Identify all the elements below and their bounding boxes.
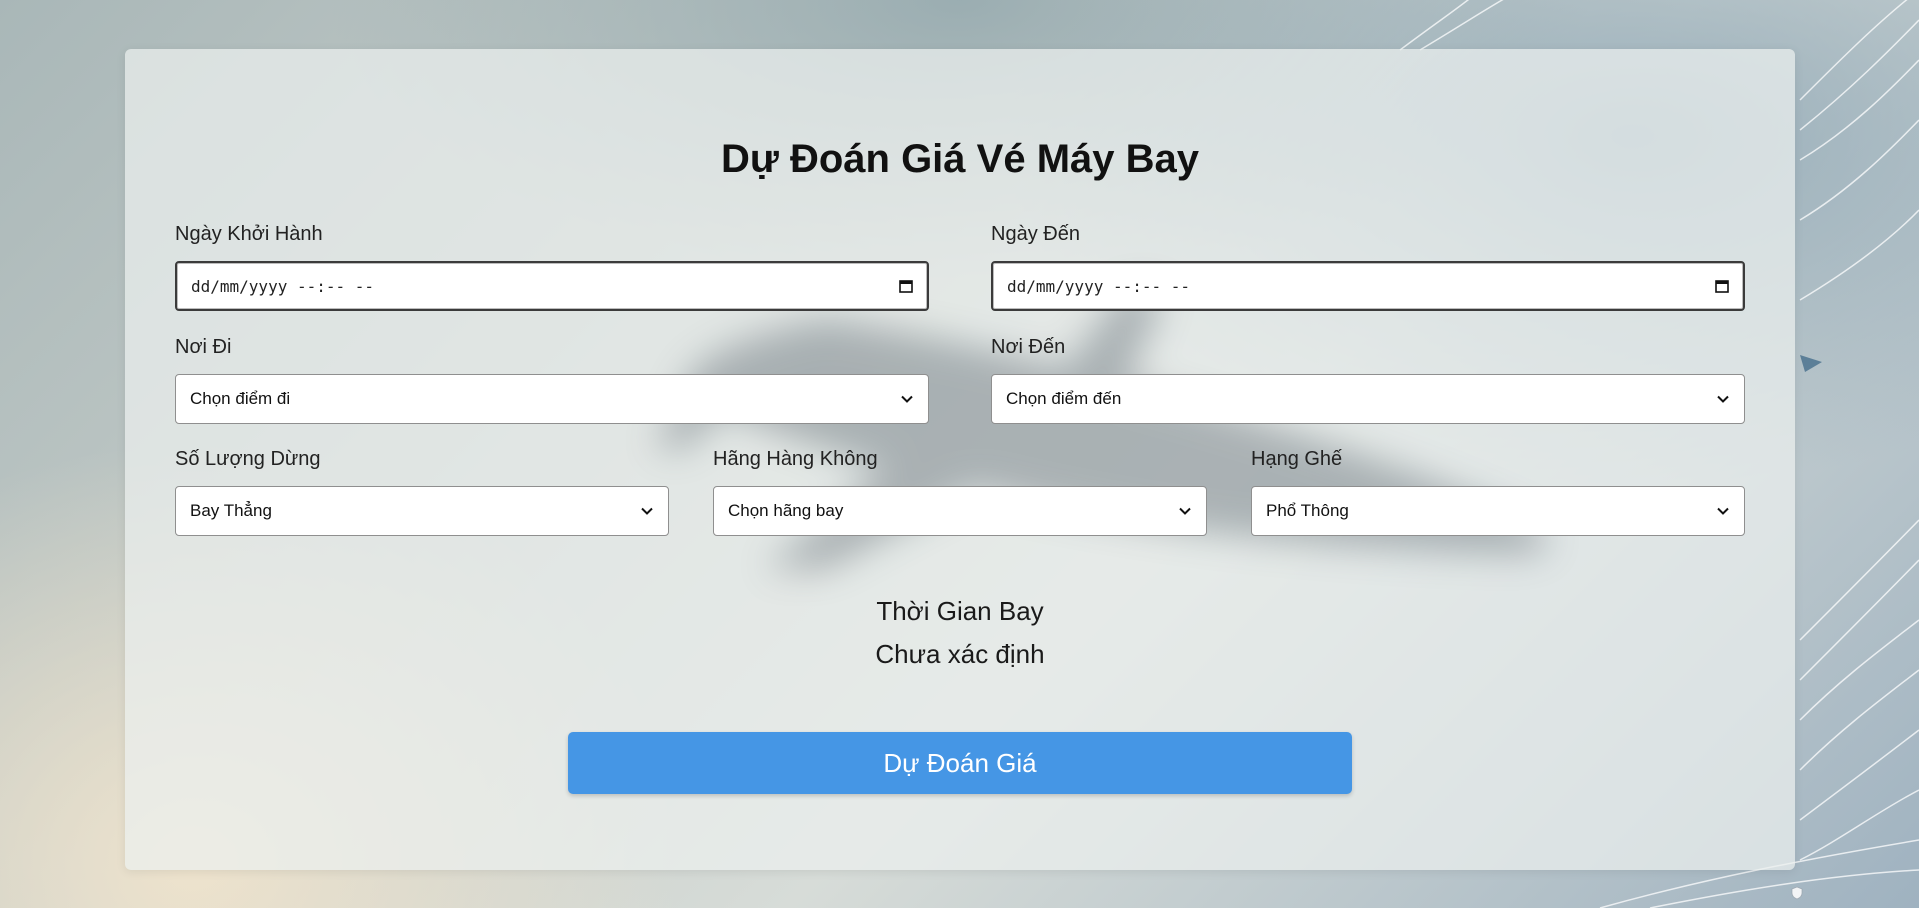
departure-date-field: Ngày Khởi Hành dd/mm/yyyy --:-- -- (175, 222, 929, 311)
calendar-icon[interactable] (899, 279, 913, 293)
arrival-date-value: dd/mm/yyyy --:-- -- (1007, 276, 1191, 296)
chevron-down-icon (1179, 507, 1191, 515)
origin-label: Nơi Đi (175, 336, 232, 358)
departure-date-value: dd/mm/yyyy --:-- -- (191, 276, 375, 296)
chevron-down-icon (901, 395, 913, 403)
seat-class-label: Hạng Ghế (1251, 448, 1343, 470)
calendar-icon[interactable] (1715, 279, 1729, 293)
stops-field: Số Lượng Dừng Bay Thẳng (175, 447, 669, 536)
airline-field: Hãng Hàng Không Chọn hãng bay (713, 447, 1207, 536)
stops-select[interactable]: Bay Thẳng (175, 486, 669, 536)
stops-label: Số Lượng Dừng (175, 448, 321, 470)
arrival-date-label: Ngày Đến (991, 223, 1080, 245)
destination-select[interactable]: Chọn điểm đến (991, 374, 1745, 424)
chevron-down-icon (1717, 395, 1729, 403)
shield-icon (1791, 886, 1803, 900)
prediction-card: Dự Đoán Giá Vé Máy Bay Ngày Khởi Hành dd… (125, 49, 1795, 870)
airline-select[interactable]: Chọn hãng bay (713, 486, 1207, 536)
predict-price-button[interactable]: Dự Đoán Giá (568, 732, 1352, 794)
origin-field: Nơi Đi Chọn điểm đi (175, 335, 929, 424)
chevron-down-icon (641, 507, 653, 515)
destination-label: Nơi Đến (991, 336, 1066, 358)
chevron-down-icon (1717, 507, 1729, 515)
destination-field: Nơi Đến Chọn điểm đến (991, 335, 1745, 424)
arrival-date-input[interactable]: dd/mm/yyyy --:-- -- (991, 261, 1745, 311)
airline-selected-value: Chọn hãng bay (728, 501, 844, 520)
origin-selected-value: Chọn điểm đi (190, 389, 291, 408)
stops-selected-value: Bay Thẳng (190, 501, 272, 520)
flight-time-label: Thời Gian Bay (876, 596, 1044, 626)
seat-class-selected-value: Phổ Thông (1266, 501, 1349, 520)
seat-class-select[interactable]: Phổ Thông (1251, 486, 1745, 536)
page-title: Dự Đoán Giá Vé Máy Bay (720, 137, 1199, 181)
seat-class-field: Hạng Ghế Phổ Thông (1251, 447, 1745, 536)
departure-date-input[interactable]: dd/mm/yyyy --:-- -- (175, 261, 929, 311)
departure-date-label: Ngày Khởi Hành (175, 223, 323, 245)
flight-time-value: Chưa xác định (875, 639, 1045, 669)
origin-select[interactable]: Chọn điểm đi (175, 374, 929, 424)
arrival-date-field: Ngày Đến dd/mm/yyyy --:-- -- (991, 222, 1745, 311)
destination-selected-value: Chọn điểm đến (1006, 389, 1122, 408)
airline-label: Hãng Hàng Không (713, 448, 878, 470)
